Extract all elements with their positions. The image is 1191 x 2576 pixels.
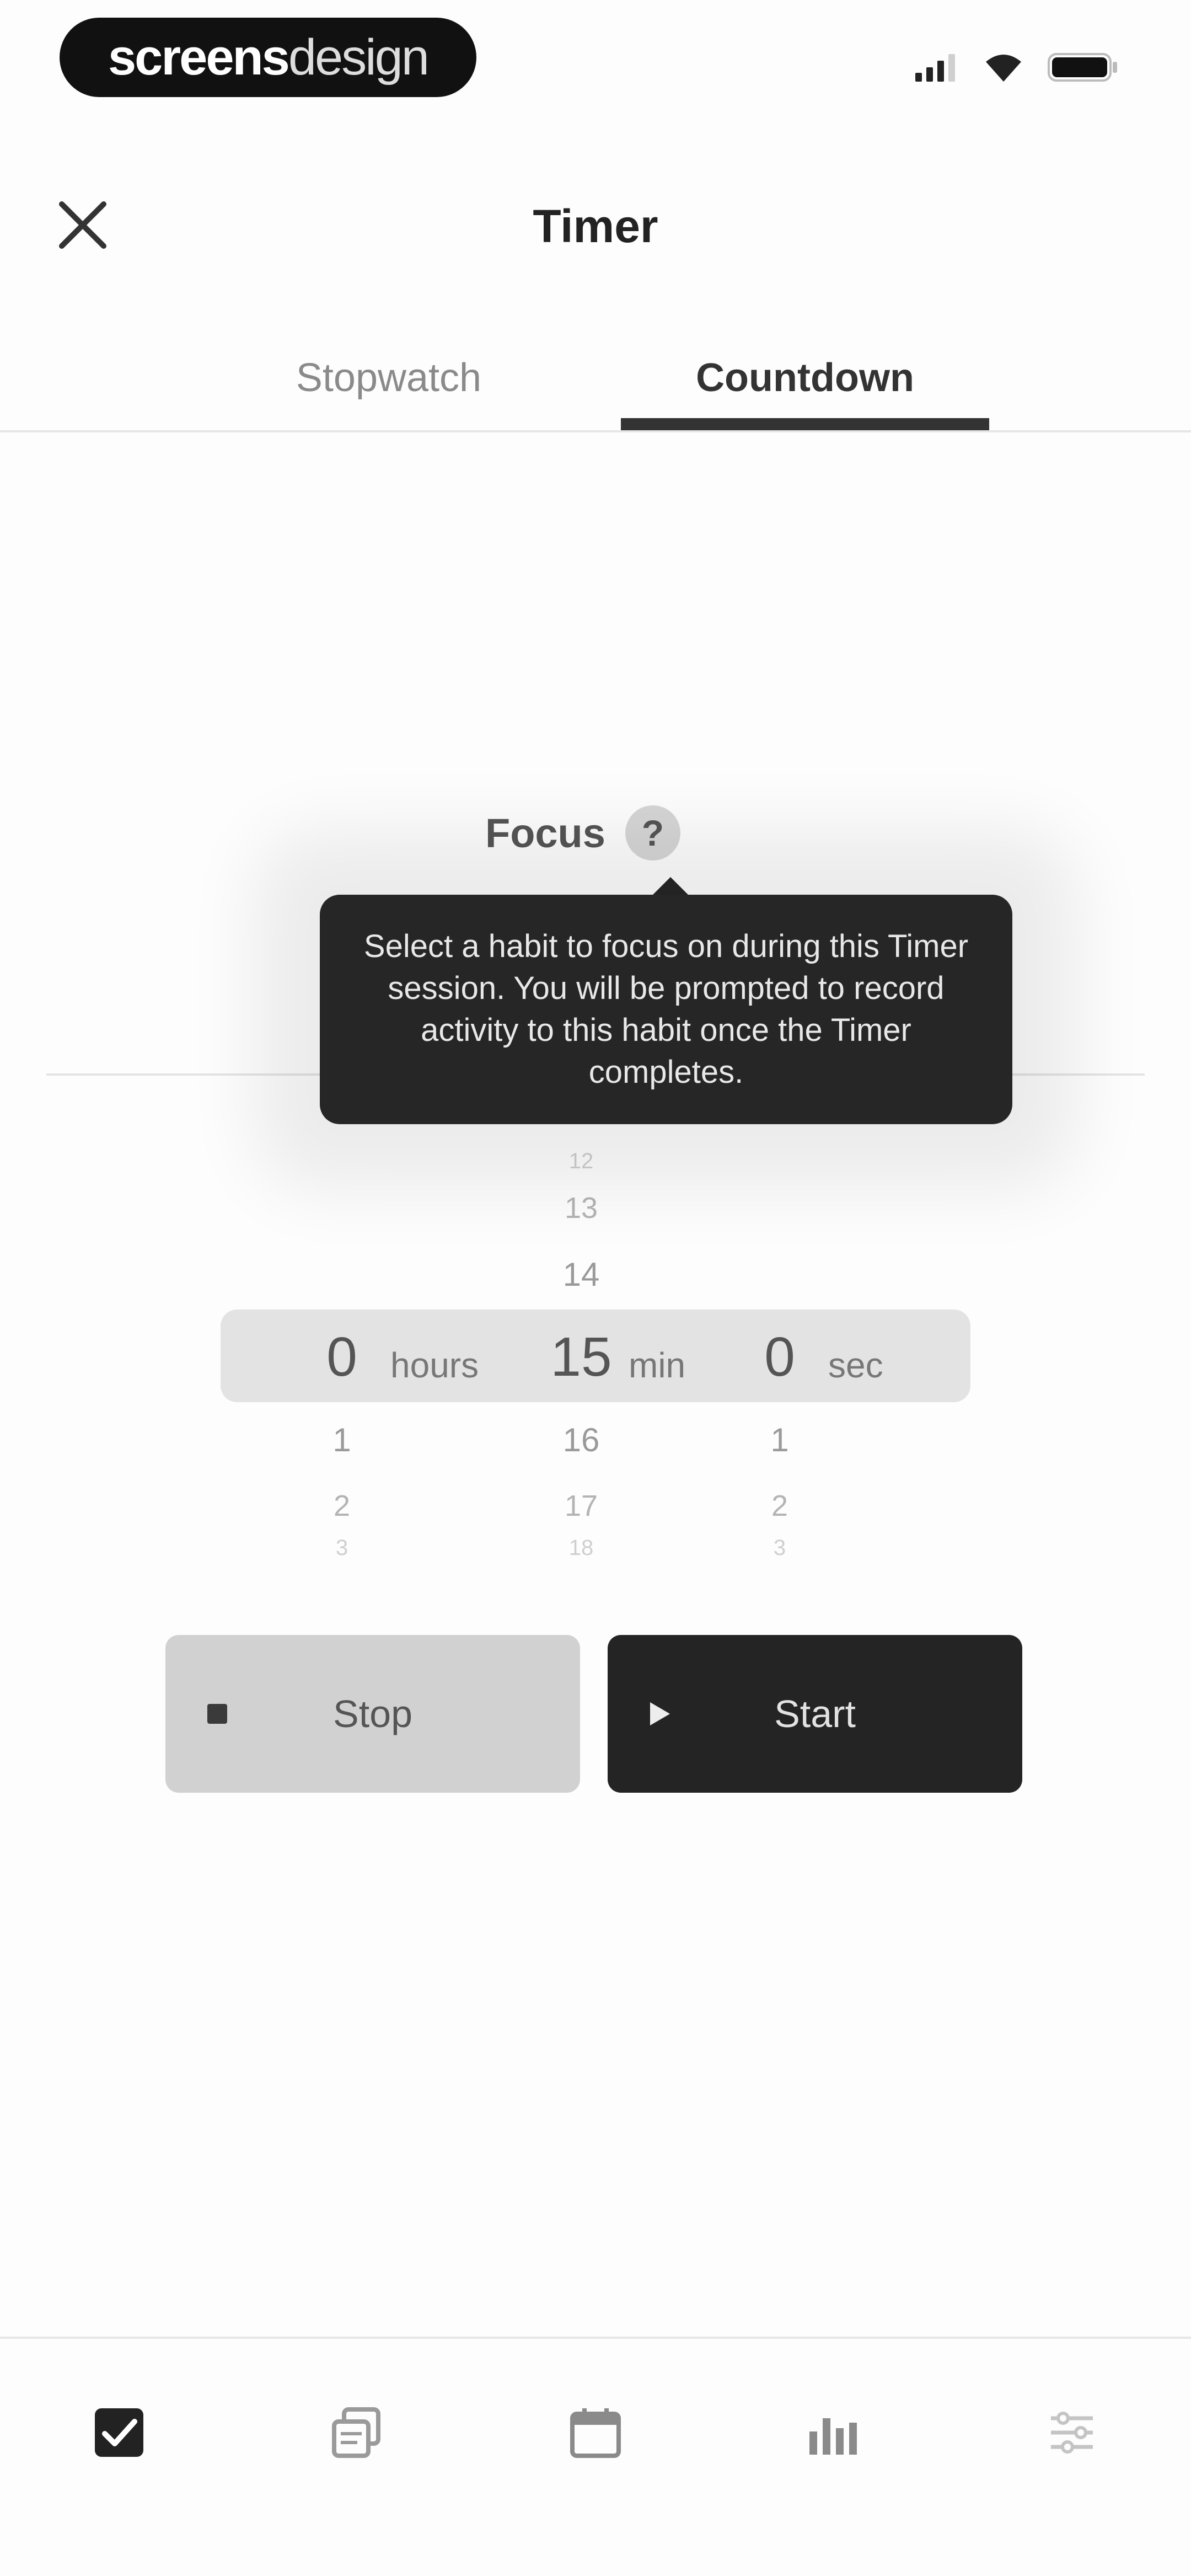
stop-button-label: Stop (333, 1692, 412, 1735)
stacked-cards-icon (330, 2406, 383, 2462)
minutes-option: 13 (564, 1191, 598, 1225)
hours-option: 2 (333, 1489, 351, 1522)
hours-option: 1 (332, 1421, 351, 1458)
play-icon (643, 1697, 676, 1730)
stop-button[interactable]: Stop (165, 1635, 580, 1793)
calendar-icon (569, 2406, 622, 2462)
tooltip-text: Select a habit to focus on during this T… (363, 928, 969, 1090)
minutes-option: 18 (568, 1536, 594, 1560)
tooltip-arrow (651, 877, 690, 897)
brand-logo-bold-text: screens (108, 29, 290, 85)
minutes-option: 16 (562, 1421, 600, 1458)
nav-item-stats[interactable] (794, 2395, 871, 2472)
help-button[interactable]: ? (625, 805, 680, 861)
nav-item-calendar[interactable] (557, 2395, 634, 2472)
seconds-option: 3 (773, 1536, 786, 1560)
tab-countdown[interactable]: Countdown (621, 325, 989, 430)
brand-logo: screens design (60, 18, 476, 97)
minutes-option: 17 (564, 1489, 598, 1522)
nav-item-habits[interactable] (81, 2395, 158, 2472)
minutes-option: 14 (562, 1256, 600, 1293)
focus-help-tooltip: Select a habit to focus on during this T… (320, 895, 1012, 1124)
settings-sliders-icon (1045, 2406, 1098, 2462)
minutes-option: 12 (568, 1149, 594, 1173)
active-tab-indicator (621, 418, 989, 430)
seconds-option: 1 (770, 1421, 789, 1458)
focus-row: Focus ? (485, 805, 680, 861)
cellular-signal-icon (915, 53, 959, 84)
bottom-navigation (0, 2337, 1191, 2576)
page-title: Timer (533, 200, 658, 252)
focus-habit-selector[interactable]: Focus (485, 810, 605, 857)
seconds-option: 2 (771, 1489, 788, 1522)
tab-stopwatch[interactable]: Stopwatch (232, 325, 546, 430)
status-icons (915, 51, 1119, 86)
bar-chart-icon (806, 2406, 859, 2462)
close-button[interactable] (50, 193, 116, 259)
mode-tabs: Stopwatch Countdown (0, 325, 1191, 432)
close-icon (55, 197, 110, 255)
minutes-unit-label: min (629, 1345, 686, 1385)
start-button[interactable]: Start (608, 1635, 1022, 1793)
start-button-label: Start (774, 1692, 856, 1735)
question-mark-icon: ? (641, 813, 664, 853)
wifi-icon (984, 52, 1023, 85)
hours-option: 3 (335, 1536, 348, 1560)
checkbox-checked-icon (93, 2406, 146, 2462)
brand-logo-light-text: design (288, 29, 430, 85)
timer-screen: screens design Timer Stopwatch Countdown… (0, 0, 1191, 2576)
hours-unit-label: hours (390, 1345, 479, 1385)
stop-icon (201, 1697, 234, 1730)
nav-item-cards[interactable] (318, 2395, 395, 2472)
nav-item-settings[interactable] (1033, 2395, 1110, 2472)
seconds-unit-label: sec (828, 1345, 883, 1385)
battery-icon (1048, 52, 1119, 85)
